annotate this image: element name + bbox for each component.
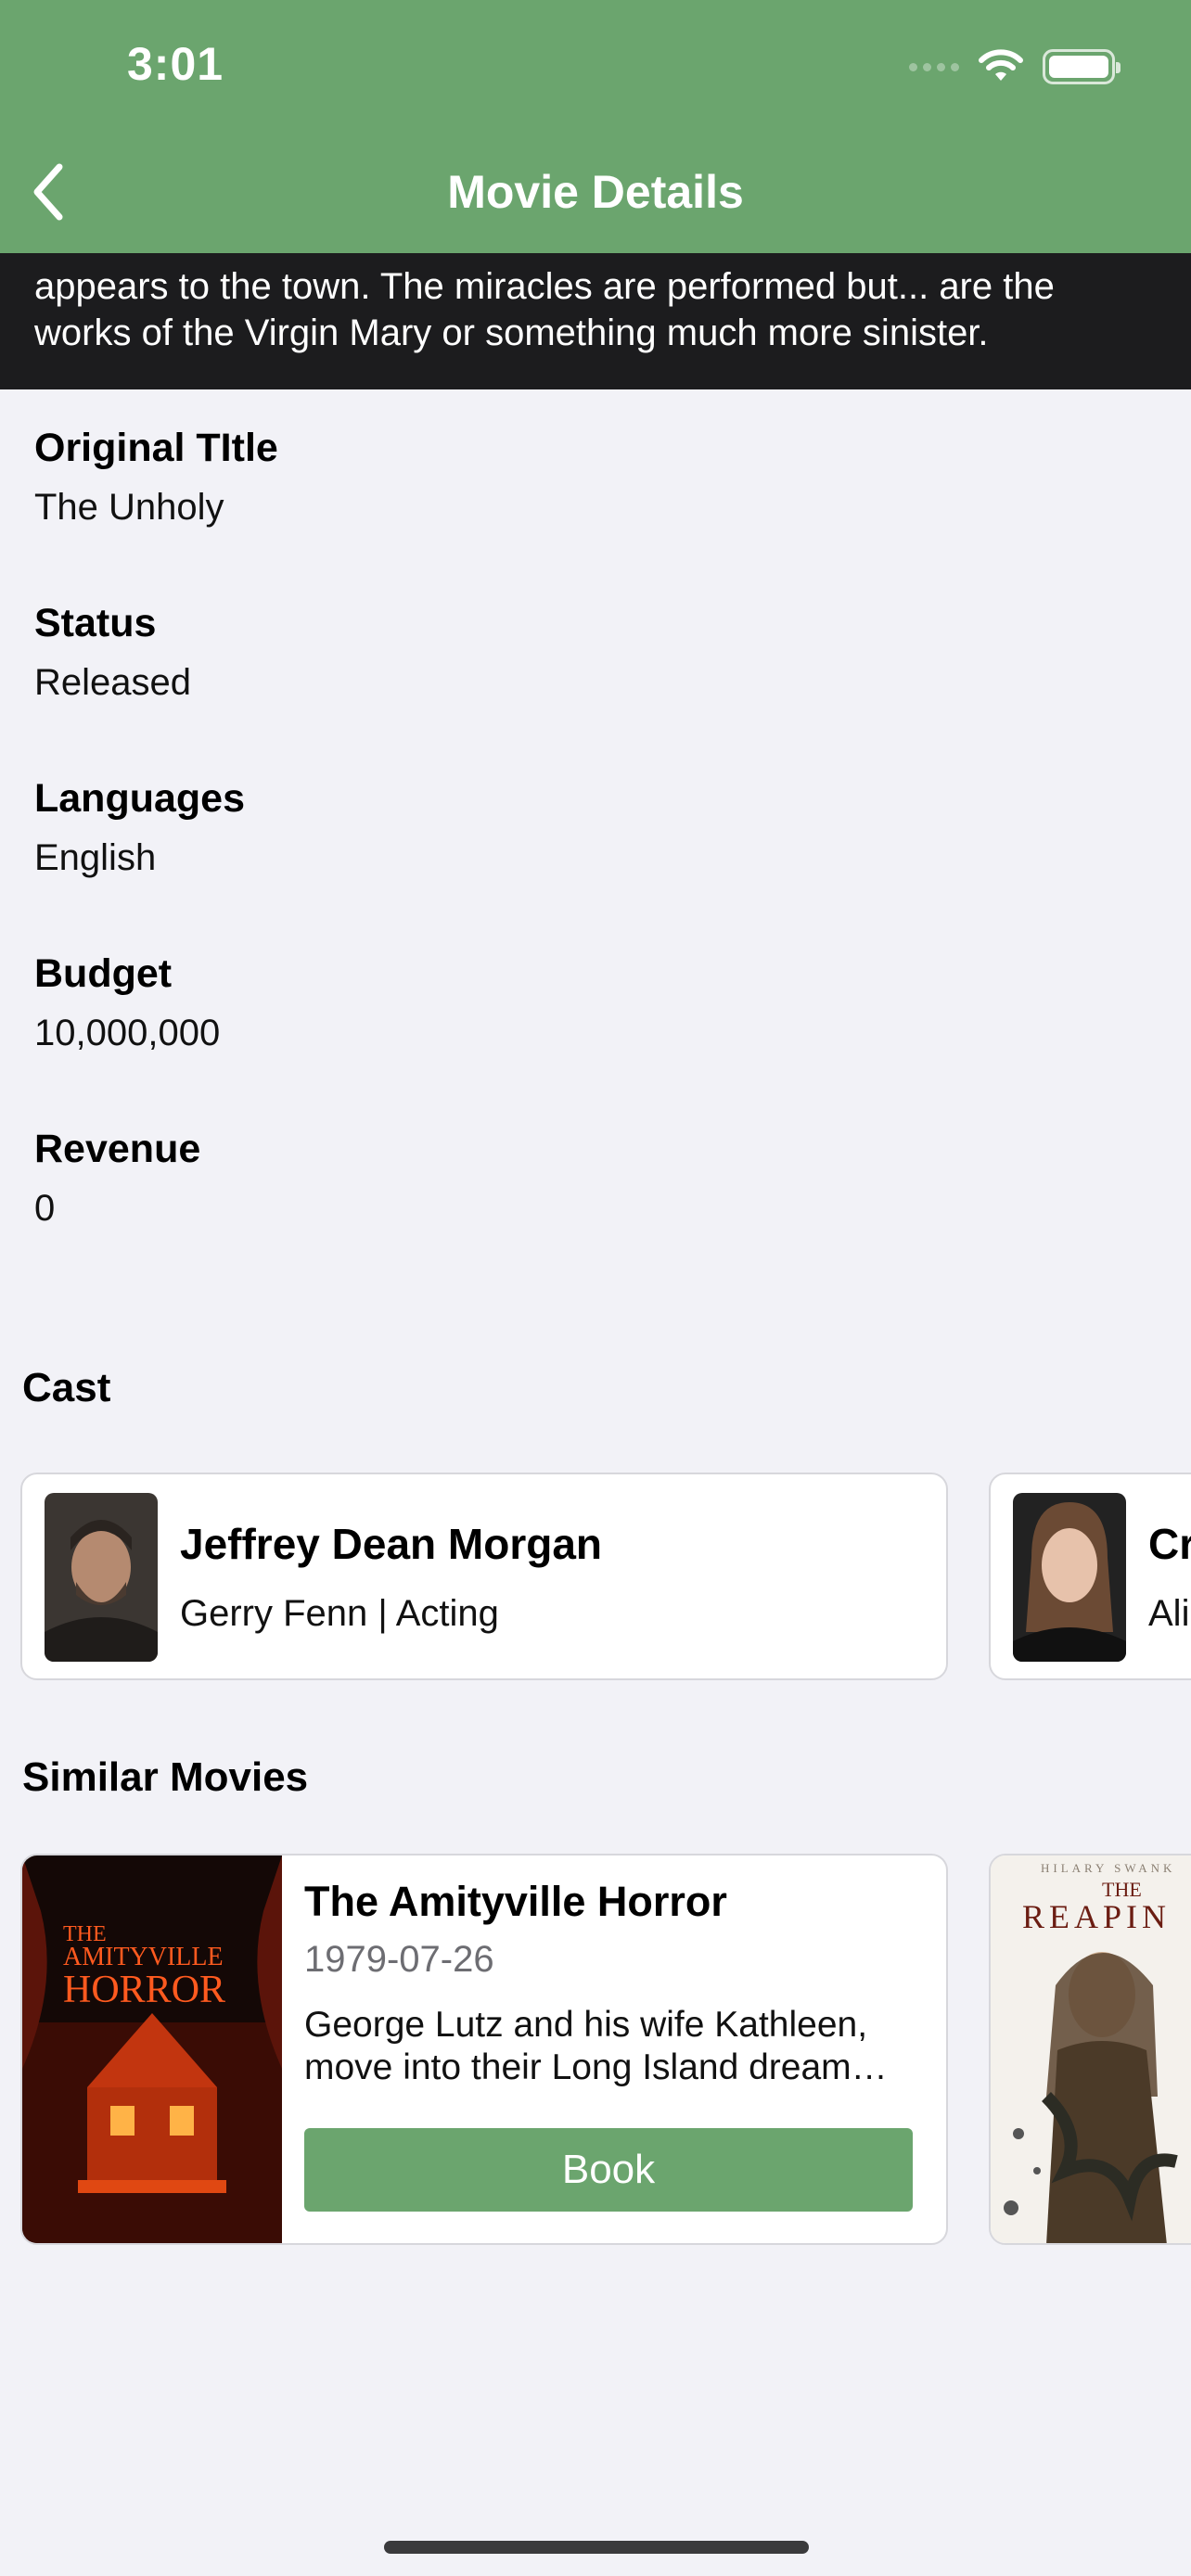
cast-name: Jeffrey Dean Morgan [180, 1520, 603, 1568]
cast-photo [1013, 1493, 1126, 1662]
cast-card[interactable]: Cr Ali [989, 1473, 1191, 1680]
overview-section: appears to the town. The miracles are pe… [0, 253, 1191, 389]
detail-languages: Languages English [34, 772, 1147, 948]
movie-details: Original TItle The Unholy Status Release… [34, 422, 1147, 1298]
movie-poster: HILARY SWANK THE REAPIN [991, 1855, 1191, 2243]
movie-title: The Amityville Horror [304, 1878, 727, 1925]
page-title: Movie Details [447, 166, 744, 218]
detail-label: Status [34, 601, 157, 645]
navigation-bar: 3:01 Movie Details [0, 0, 1191, 253]
similar-movies-carousel[interactable]: THE AMITYVILLE HORROR The Amityville Hor… [0, 1852, 1191, 2249]
battery-icon [1043, 49, 1121, 84]
detail-value: 0 [34, 1188, 56, 1229]
detail-revenue: Revenue 0 [34, 1123, 1147, 1298]
cast-role: Gerry Fenn | Acting [180, 1593, 499, 1634]
cast-role: Ali [1148, 1593, 1190, 1634]
movie-release-date: 1979-07-26 [304, 1939, 494, 1980]
cast-card[interactable]: Jeffrey Dean Morgan Gerry Fenn | Acting [20, 1473, 948, 1680]
cast-photo [45, 1493, 158, 1662]
detail-value: Released [34, 662, 192, 703]
cast-section-title: Cast [22, 1365, 111, 1410]
movie-card[interactable]: HILARY SWANK THE REAPIN [989, 1854, 1191, 2245]
detail-original-title: Original TItle The Unholy [34, 422, 1147, 597]
poster-title-line2: REAPIN [1022, 1898, 1171, 1935]
cast-carousel[interactable]: Jeffrey Dean Morgan Gerry Fenn | Acting … [0, 1470, 1191, 1683]
movie-card[interactable]: THE AMITYVILLE HORROR The Amityville Hor… [20, 1854, 948, 2245]
cast-name: Cr [1148, 1520, 1191, 1568]
book-button[interactable]: Book [304, 2128, 913, 2212]
detail-label: Budget [34, 951, 173, 996]
movie-poster: THE AMITYVILLE HORROR [22, 1855, 282, 2243]
overview-text: appears to the town. The miracles are pe… [34, 266, 1055, 353]
wifi-icon [979, 49, 1023, 81]
signal-icon [909, 62, 959, 71]
status-icons [909, 45, 1121, 89]
detail-budget: Budget 10,000,000 [34, 948, 1147, 1123]
detail-value: The Unholy [34, 487, 224, 528]
status-time: 3:01 [127, 38, 224, 90]
detail-status: Status Released [34, 597, 1147, 772]
poster-title-line2: AMITYVILLE [63, 1943, 224, 1971]
movie-description: George Lutz and his wife Kathleen, move … [304, 2005, 888, 2087]
poster-credit: HILARY SWANK [1041, 1861, 1175, 1875]
detail-label: Original TItle [34, 426, 278, 470]
home-indicator [384, 2541, 809, 2554]
detail-value: 10,000,000 [34, 1013, 221, 1053]
detail-label: Revenue [34, 1127, 201, 1171]
detail-label: Languages [34, 776, 245, 821]
detail-value: English [34, 837, 157, 878]
poster-title-line3: HORROR [63, 1969, 225, 2011]
similar-section-title: Similar Movies [22, 1754, 309, 1800]
